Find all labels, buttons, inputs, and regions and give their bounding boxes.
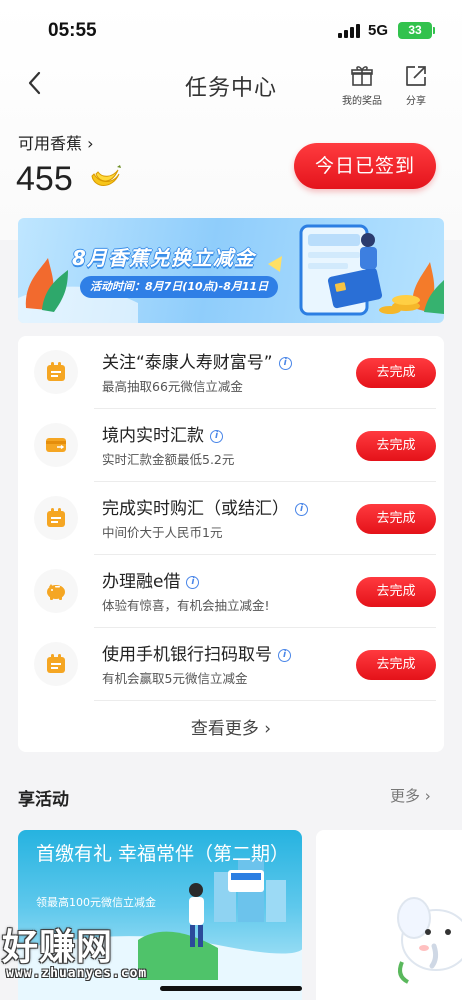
calendar-icon	[47, 654, 65, 673]
share-label: 分享	[406, 96, 426, 107]
task-subtitle: 最高抽取66元微信立减金	[102, 379, 243, 394]
task-subtitle: 中间价大于人民币1元	[102, 525, 223, 540]
task-go-button[interactable]: 去完成	[356, 431, 436, 461]
task-row: 境内实时汇款 i 实时汇款金额最低5.2元 去完成	[18, 409, 444, 482]
info-icon[interactable]: i	[186, 575, 200, 589]
task-icon	[34, 350, 78, 394]
calendar-icon	[47, 508, 65, 527]
banana-icon	[91, 165, 121, 186]
task-row: 办理融e借 i 体验有惊喜，有机会抽立减金! 去完成	[18, 555, 444, 628]
task-subtitle: 有机会赢取5元微信立减金	[102, 671, 248, 686]
activities-title: 享活动	[18, 790, 69, 810]
banner-time: 活动时间：8月7日(10点)-8月11日	[80, 276, 279, 298]
available-bananas-link[interactable]: 可用香蕉 ›	[18, 130, 94, 154]
view-more-link[interactable]: 查看更多 ›	[18, 714, 444, 739]
home-indicator	[160, 986, 302, 991]
info-icon[interactable]: i	[278, 648, 291, 662]
task-row: 关注“泰康人寿财富号” i 最高抽取66元微信立减金 去完成	[18, 336, 444, 409]
task-row: 使用手机银行扫码取号 i 有机会赢取5元微信立减金 去完成	[18, 628, 444, 701]
info-icon[interactable]: i	[295, 502, 308, 516]
task-icon	[34, 642, 78, 686]
activity-card[interactable]	[316, 830, 462, 1000]
card-transfer-icon	[46, 438, 66, 452]
task-icon	[34, 423, 78, 467]
task-subtitle: 体验有惊喜，有机会抽立减金!	[102, 598, 270, 613]
share-icon	[406, 66, 426, 86]
task-go-button[interactable]: 去完成	[356, 358, 436, 388]
calendar-icon	[47, 362, 65, 381]
task-go-button[interactable]: 去完成	[356, 504, 436, 534]
task-go-button[interactable]: 去完成	[356, 577, 436, 607]
promo-banner[interactable]: 8月香蕉兑换立减金 活动时间：8月7日(10点)-8月11日	[18, 218, 444, 323]
activities-more-link[interactable]: 更多 ›	[390, 785, 431, 806]
task-go-button[interactable]: 去完成	[356, 650, 436, 680]
activity-title: 首缴有礼 幸福常伴（第二期）	[36, 843, 290, 865]
info-icon[interactable]: i	[278, 356, 292, 370]
network-type: 5G	[368, 22, 389, 39]
banner-title: 8月香蕉兑换立减金	[72, 246, 255, 270]
points-value: 455	[16, 160, 73, 198]
task-icon	[34, 496, 78, 540]
my-prizes-label: 我的奖品	[342, 96, 382, 107]
share-button[interactable]: 分享	[388, 64, 444, 107]
my-prizes-button[interactable]: 我的奖品	[334, 64, 390, 107]
task-list-card: 关注“泰康人寿财富号” i 最高抽取66元微信立减金 去完成 境内实时汇款 i 实时…	[18, 336, 444, 752]
gift-icon	[351, 66, 373, 86]
task-icon	[34, 569, 78, 613]
task-title: 完成实时购汇（或结汇） i	[102, 494, 308, 519]
piggy-bank-icon	[47, 584, 65, 600]
signed-in-button[interactable]: 今日已签到	[294, 143, 436, 189]
elephant-mascot-icon	[397, 897, 462, 984]
status-bar: 05:55 5G 33	[0, 0, 462, 58]
task-subtitle: 实时汇款金额最低5.2元	[102, 452, 235, 467]
status-time: 05:55	[48, 20, 97, 41]
divider	[94, 700, 436, 701]
task-title: 办理融e借 i	[102, 567, 200, 592]
battery-icon: 33	[398, 22, 435, 39]
watermark-url: www.zhuanyes.com	[6, 966, 148, 981]
task-row: 完成实时购汇（或结汇） i 中间价大于人民币1元 去完成	[18, 482, 444, 555]
info-icon[interactable]: i	[210, 429, 223, 443]
activity-subtitle: 领最高100元微信立减金	[36, 896, 156, 909]
task-title: 使用手机银行扫码取号 i	[102, 640, 291, 665]
task-title: 境内实时汇款 i	[102, 421, 223, 446]
watermark-logo: 好赚网	[2, 927, 114, 968]
task-title: 关注“泰康人寿财富号” i	[102, 348, 292, 373]
signal-icon	[338, 24, 360, 38]
